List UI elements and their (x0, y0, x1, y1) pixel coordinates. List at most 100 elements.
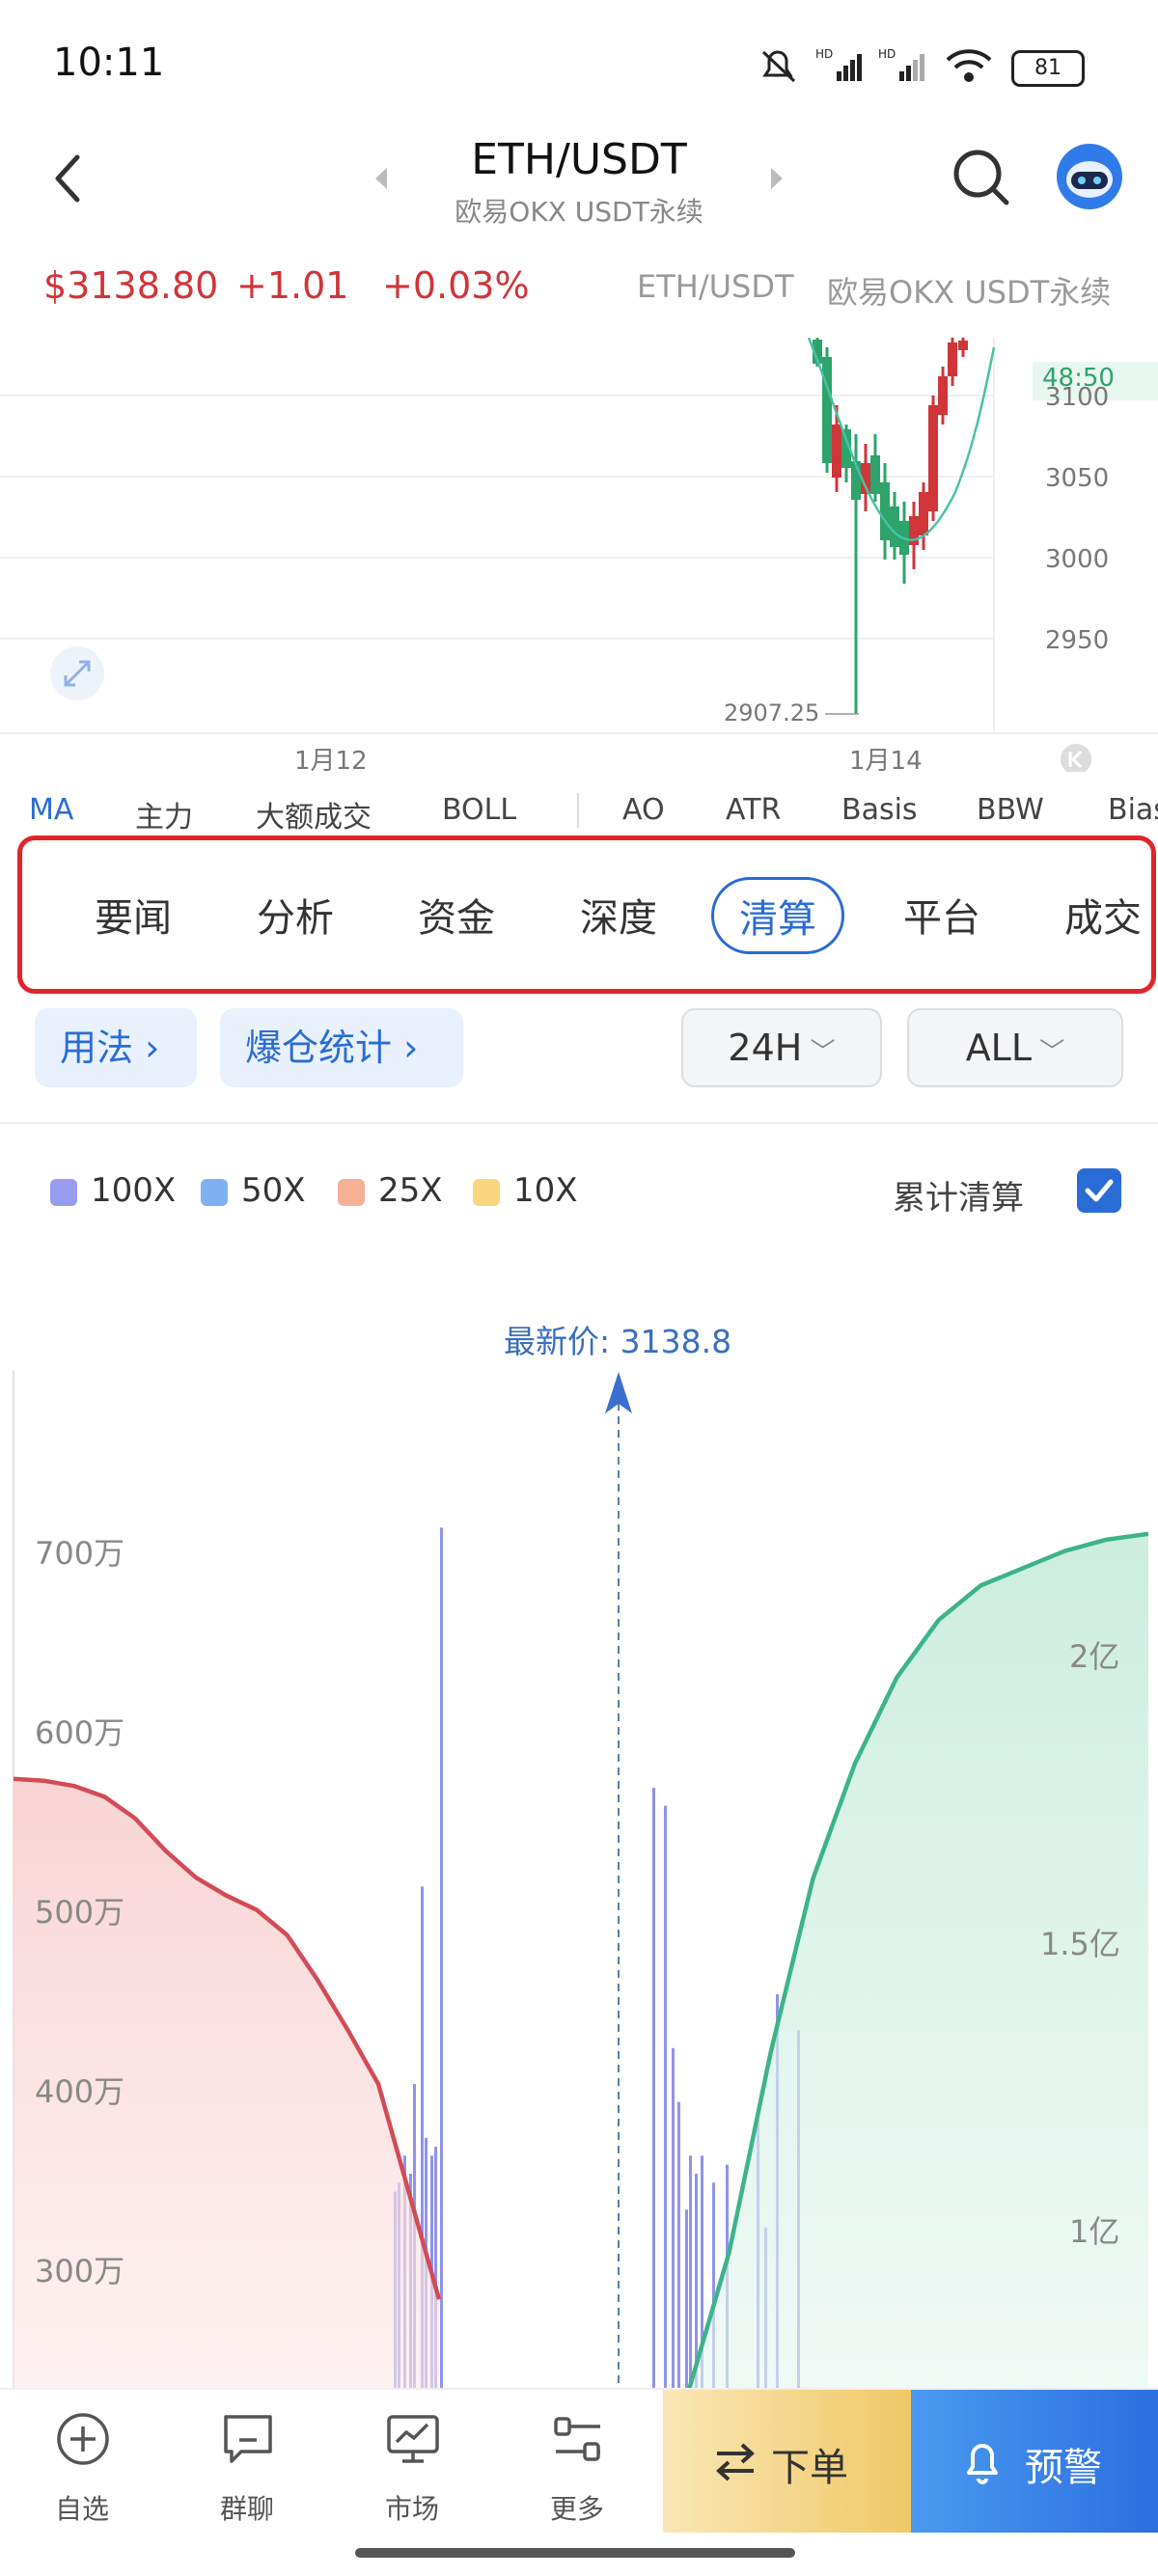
last-price: $3138.80 (43, 264, 219, 307)
divider (577, 793, 579, 828)
y-left-tick: 500万 (35, 1894, 125, 1931)
indicator-boll[interactable]: BOLL (442, 793, 516, 827)
signal-icon-2: HD (878, 47, 924, 81)
divider (0, 1122, 1158, 1124)
tab-liquidation[interactable]: 清算 (711, 877, 844, 954)
nav-watchlist[interactable]: 自选 (0, 2390, 164, 2535)
svg-text:HD: HD (878, 47, 896, 61)
period-value: 24H (728, 1027, 803, 1069)
y-left-tick: 700万 (35, 1535, 125, 1572)
scope-select[interactable]: ALL ﹀ (907, 1008, 1123, 1087)
y-tick: 3050 (1045, 464, 1110, 493)
indicator-tabs: MA 主力 大额成交 BOLL AO ATR Basis BBW Bias (0, 781, 1158, 839)
scope-value: ALL (965, 1027, 1033, 1069)
home-indicator-area (0, 2533, 1158, 2576)
y-left-tick: 300万 (35, 2253, 125, 2289)
chevron-right-icon: › (133, 1027, 160, 1069)
legend-10x[interactable]: 10X (473, 1171, 578, 1210)
indicator-large-trades[interactable]: 大额成交 (256, 793, 372, 836)
legend-50x[interactable]: 50X (201, 1171, 306, 1210)
home-indicator (355, 2548, 795, 2558)
tab-funds[interactable]: 资金 (418, 887, 495, 943)
y-tick: 3000 (1045, 545, 1110, 574)
indicator-ao[interactable]: AO (622, 793, 665, 827)
cumulative-checkbox[interactable] (1076, 1167, 1122, 1214)
liq-bar (685, 2209, 688, 2388)
tab-news[interactable]: 要闻 (95, 887, 172, 943)
order-label: 下单 (771, 2446, 848, 2490)
indicator-main-force[interactable]: 主力 (135, 793, 193, 836)
legend-100x[interactable]: 100X (50, 1171, 176, 1210)
latest-price-label: 最新价: 3138.8 (504, 1323, 732, 1360)
tab-trades[interactable]: 成交 (1064, 887, 1142, 943)
indicator-atr[interactable]: ATR (726, 793, 781, 827)
order-button[interactable]: 下单 (663, 2390, 911, 2535)
top-nav: ETH/USDT 欧易OKX USDT永续 (0, 135, 1158, 251)
alert-button[interactable]: 预警 (911, 2390, 1158, 2535)
liq-bar (664, 1805, 667, 2388)
bell-icon (967, 2444, 998, 2484)
liquidation-chart[interactable]: 最新价: 3138.8 700万 600万 500万 400万 300万 2亿 … (0, 1293, 1158, 2388)
status-bar: 10:11 HD HD 81 (0, 0, 1158, 135)
section-tabs: 要闻 分析 资金 深度 清算 平台 成交 (17, 836, 1156, 994)
monitor-chart-icon (387, 2415, 439, 2463)
y-right-tick: 2亿 (1069, 1638, 1120, 1675)
stats-label: 爆仓统计 (245, 1027, 393, 1069)
liq-bar (689, 2155, 692, 2388)
y-left-tick: 600万 (35, 1714, 125, 1751)
y-tick: 2950 (1045, 626, 1110, 655)
nav-market[interactable]: 市场 (330, 2390, 494, 2535)
battery-icon: 81 (1011, 50, 1085, 87)
nav-group-chat[interactable]: 群聊 (165, 2390, 329, 2535)
chevron-right-icon: › (392, 1027, 419, 1069)
liq-bar (672, 2047, 675, 2388)
price-change-pct: +0.03% (382, 264, 530, 307)
current-tag: 48:50 (1042, 364, 1115, 393)
x-tick: 1月14 (849, 747, 923, 776)
alert-label: 预警 (1025, 2446, 1102, 2490)
svg-text:HD: HD (815, 47, 833, 61)
cumulative-label: 累计清算 (893, 1179, 1024, 1218)
x-tick: 1月12 (294, 747, 368, 776)
indicator-ma[interactable]: MA (29, 793, 73, 827)
nav-watchlist-label: 自选 (54, 2493, 109, 2525)
price-row: $3138.80 +1.01 +0.03% ETH/USDT 欧易OKX USD… (0, 259, 1158, 316)
tab-analysis[interactable]: 分析 (257, 887, 334, 943)
tab-depth[interactable]: 深度 (580, 887, 657, 943)
kline-chart[interactable]: 3100 3050 3000 2950 48:50 2907.25 1月12 1… (0, 338, 1158, 776)
indicator-basis[interactable]: Basis (841, 793, 918, 827)
period-select[interactable]: 24H ﹀ (681, 1008, 882, 1087)
search-icon[interactable] (951, 147, 1012, 208)
chart-legend: 100X 50X 25X 10X 累计清算 (0, 1148, 1158, 1235)
plus-circle-icon (57, 2413, 109, 2465)
bottom-bar: 自选 群聊 市场 更多 下单 预警 (0, 2388, 1158, 2535)
nav-market-label: 市场 (384, 2493, 439, 2525)
y-right-tick: 1亿 (1069, 2213, 1120, 2250)
clock: 10:11 (53, 41, 165, 85)
liquidation-stats-button[interactable]: 爆仓统计 › (220, 1008, 463, 1087)
liq-bar (677, 2101, 680, 2388)
y-left-tick: 400万 (35, 2073, 125, 2110)
nav-more-label: 更多 (549, 2493, 604, 2525)
chevron-down-icon: ﹀ (1032, 1038, 1065, 1067)
chat-icon (224, 2415, 272, 2463)
usage-label: 用法 (60, 1027, 134, 1069)
tab-platform[interactable]: 平台 (903, 887, 980, 943)
nav-group-chat-label: 群聊 (219, 2493, 274, 2525)
legend-25x[interactable]: 25X (338, 1171, 443, 1210)
mute-icon (761, 50, 796, 83)
wifi-icon (946, 49, 992, 82)
liq-bar (440, 1527, 443, 2388)
robot-avatar-icon[interactable] (1056, 143, 1123, 210)
indicator-bias[interactable]: Bias (1108, 793, 1158, 827)
chevron-down-icon: ﹀ (802, 1038, 836, 1067)
exchange-label: 欧易OKX USDT永续 (827, 274, 1112, 311)
signal-icon: HD (815, 47, 862, 81)
next-pair-icon[interactable] (767, 164, 786, 193)
nav-more[interactable]: 更多 (495, 2390, 659, 2535)
usage-button[interactable]: 用法 › (35, 1008, 197, 1087)
battery-level: 81 (1034, 56, 1062, 80)
sliders-icon (554, 2417, 600, 2461)
indicator-bbw[interactable]: BBW (977, 793, 1044, 827)
liquidation-canvas (13, 1370, 1149, 2388)
